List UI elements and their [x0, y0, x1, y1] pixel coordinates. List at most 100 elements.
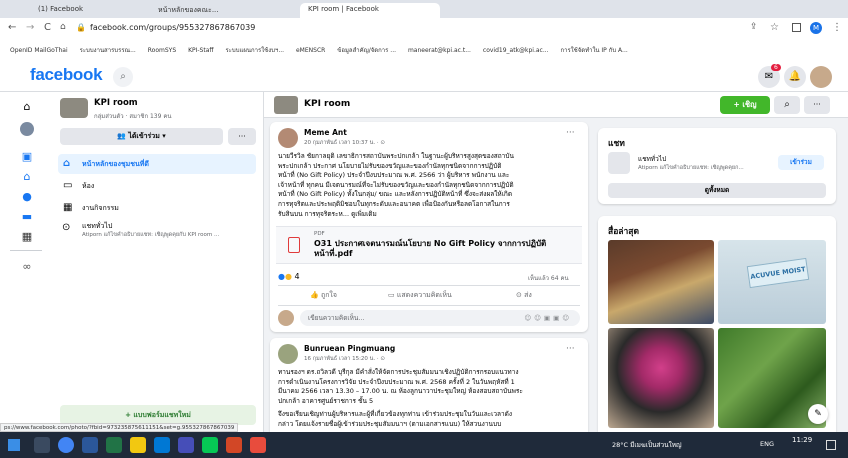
emoji-icon[interactable]: ☺☺▣▣☺ [524, 310, 572, 326]
bookmark-5[interactable]: ระบบแผนการใช้งบฯ... [225, 45, 284, 55]
tab-faculty[interactable]: หน้าหลักของคณะ... [150, 3, 290, 18]
marketplace-icon[interactable]: ⌂ [20, 170, 34, 184]
more-button[interactable]: ··· [804, 96, 830, 114]
nav-label: ห้อง [82, 182, 95, 190]
group-sidebar: KPI room กลุ่มส่วนตัว · สมาชิก 139 คน 👥 … [52, 92, 264, 432]
share-button[interactable]: ⊙ ส่ง [516, 290, 532, 301]
avatar[interactable] [810, 66, 832, 88]
nav-rooms[interactable]: ▭ ห้อง [58, 176, 256, 196]
watch-icon[interactable]: ▣ [20, 150, 34, 164]
group-name[interactable]: KPI room [94, 98, 138, 108]
windows-start-icon[interactable] [8, 439, 20, 451]
bookmark-6[interactable]: eMENSCR [296, 47, 325, 54]
bookmark-2[interactable]: ระบบงานสารบรรณ... [80, 45, 136, 55]
joined-button[interactable]: 👥 ได้เข้าร่วม ▾ [60, 128, 223, 145]
reaction-icons[interactable]: ●● 4 [278, 272, 300, 281]
link-icon[interactable]: ∞ [20, 260, 34, 274]
post-line: หน้าที่ (No Gift Policy) ประจำปีงบประมาณ… [278, 171, 510, 180]
seen-count[interactable]: เห็นแล้ว 64 คน [528, 273, 569, 283]
language-indicator[interactable]: ENG [760, 440, 774, 448]
weather-text[interactable]: 28°C มีเมฆเป็นส่วนใหญ่ [612, 440, 682, 450]
media-tile-vase-flowers[interactable] [608, 328, 714, 428]
nav-label: หน้าหลักของชุมชนที่ดี [82, 160, 149, 168]
tab-kpi-room[interactable]: KPI room | Facebook [300, 3, 440, 18]
status-url: ps://www.facebook.com/photo/?fbid=973235… [0, 423, 239, 432]
profile-icon[interactable]: M [810, 22, 822, 34]
nav-community-home[interactable]: ⌂ หน้าหลักของชุมชนที่ดี [58, 154, 256, 174]
group-titlebar: KPI room + เชิญ ⌕ ··· [264, 92, 848, 118]
avatar[interactable] [278, 344, 298, 364]
excel-icon[interactable] [106, 437, 122, 453]
bookmark-4[interactable]: KPI-Staff [188, 47, 213, 54]
post-more-icon[interactable]: ··· [566, 344, 575, 354]
group-cover-thumb[interactable] [60, 98, 88, 118]
titlebar-group-name[interactable]: KPI room [304, 99, 350, 109]
bookmark-1[interactable]: OpenID MailGoThai [10, 47, 68, 54]
search-icon[interactable]: ⌕ [113, 67, 133, 87]
word-icon[interactable] [82, 437, 98, 453]
new-chat-button[interactable]: + แบบฟอร์มแชทใหม่ [60, 405, 256, 425]
chrome-icon[interactable] [58, 437, 74, 453]
apps-icon[interactable]: ▦ [20, 230, 34, 244]
folder-icon[interactable] [130, 437, 146, 453]
more-button[interactable]: ··· [228, 128, 256, 145]
page-body: ⌂ ▣ ⌂ ● ▬ ▦ ∞ KPI room กลุ่มส่วนตัว · สม… [0, 92, 848, 432]
share-icon[interactable]: ⇪ [750, 22, 758, 32]
caret-down-icon: ▾ [159, 132, 166, 140]
bookmark-10[interactable]: การใช้จัดทำใน IP กับ A... [561, 45, 628, 55]
powerpoint-icon[interactable] [226, 437, 242, 453]
lock-icon[interactable]: 🔒 [76, 23, 86, 32]
media-tile-acuvue-box[interactable]: ACUVUE MOIST [718, 240, 826, 324]
nav-events[interactable]: ▦ งานกิจกรรม [58, 198, 256, 218]
post-time[interactable]: 16 กุมภาพันธ์ เวลา 15:20 น. · ⊙ [304, 355, 385, 363]
bookmark-8[interactable]: maneerat@kpi.ac.t... [408, 47, 471, 54]
post-author[interactable]: Meme Ant [304, 128, 347, 137]
chat-name[interactable]: แชททั่วไป [638, 154, 666, 164]
home-icon[interactable]: ⌂ [60, 22, 66, 32]
notification-center-icon[interactable] [826, 440, 836, 450]
invite-button[interactable]: + เชิญ [720, 96, 770, 114]
post-line: มีนาคม 2566 เวลา 13.30 – 17.00 น. ณ ห้อง… [278, 387, 523, 396]
forward-icon[interactable]: → [26, 22, 34, 33]
avatar[interactable] [278, 128, 298, 148]
groups-icon[interactable]: ● [20, 190, 34, 204]
media-tile-product-boxes[interactable] [608, 240, 714, 324]
home-icon[interactable]: ⌂ [20, 100, 34, 114]
pdf-title[interactable]: O31 ประกาศเจตนารมณ์นโยบาย No Gift Policy… [314, 239, 574, 259]
comment-button[interactable]: ▭ แสดงความคิดเห็น [388, 290, 452, 301]
teams-icon[interactable] [178, 437, 194, 453]
post-more-icon[interactable]: ··· [566, 128, 575, 138]
post-line: หน้าที่ (No Gift Policy) ทั้งในกลุ่ม/ ขณ… [278, 190, 513, 199]
bookmark-7[interactable]: ข้อมูลสำคัญ/จัดการ ... [337, 45, 396, 55]
facebook-logo[interactable]: facebook [30, 65, 103, 85]
search-icon[interactable]: ⌕ [774, 96, 800, 114]
comment-input[interactable]: เขียนความคิดเห็น... ☺☺▣▣☺ [300, 310, 580, 326]
bookmark-3[interactable]: RoomSYS [148, 47, 176, 54]
profile-icon[interactable] [20, 122, 34, 136]
post-author[interactable]: Bunruean Pingmuang [304, 344, 395, 353]
like-button[interactable]: 👍 ถูกใจ [310, 290, 337, 301]
bell-icon[interactable]: 🔔 [784, 66, 806, 88]
tab-facebook[interactable]: (1) Facebook [30, 3, 140, 18]
url-bar[interactable]: facebook.com/groups/955327867867039 [90, 23, 255, 32]
post-line: การทุจริตและประพฤติมิชอบในทุกระดับและอนา… [278, 199, 510, 208]
star-icon[interactable]: ☆ [770, 22, 779, 33]
gaming-icon[interactable]: ▬ [20, 210, 34, 224]
compose-icon[interactable]: ✎ [808, 404, 828, 424]
bookmark-9[interactable]: covid19_atk@kpi.ac... [483, 47, 549, 54]
menu-icon[interactable]: ⋮ [832, 22, 842, 33]
pdf-attachment[interactable]: PDF O31 ประกาศเจตนารมณ์นโยบาย No Gift Po… [276, 226, 582, 264]
clock[interactable]: 11:29 [792, 436, 812, 444]
pdf-icon[interactable] [250, 437, 266, 453]
share-label: ส่ง [524, 291, 532, 299]
back-icon[interactable]: ← [8, 22, 16, 33]
edge-icon[interactable] [154, 437, 170, 453]
search-icon[interactable] [34, 437, 50, 453]
line-icon[interactable] [202, 437, 218, 453]
sidepanel-icon[interactable] [792, 23, 801, 32]
reload-icon[interactable]: C [44, 22, 51, 33]
join-chat-button[interactable]: เข้าร่วม [778, 155, 824, 170]
post-time[interactable]: 20 กุมภาพันธ์ เวลา 10:37 น. · ⊙ [304, 139, 385, 147]
chats-title: แชท [608, 139, 625, 149]
see-all-button[interactable]: ดูทั้งหมด [608, 183, 826, 198]
